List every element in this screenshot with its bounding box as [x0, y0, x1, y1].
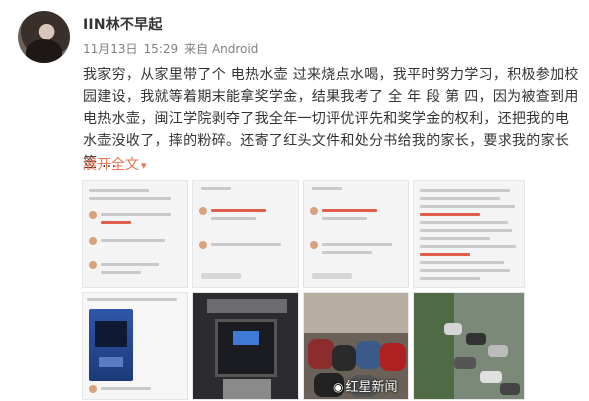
- image-thumbnail-3[interactable]: [303, 180, 409, 288]
- image-thumbnail-5[interactable]: [82, 292, 188, 400]
- post-text: 我家穷，从家里带了个 电热水壶 过来烧点水喝，我平时努力学习，积极参加校园建设，…: [83, 67, 579, 171]
- avatar[interactable]: [18, 11, 70, 63]
- image-thumbnail-2[interactable]: [192, 180, 299, 288]
- weibo-logo-icon: ◉: [333, 380, 344, 394]
- expand-full-text-link[interactable]: 展开全文 ▾: [83, 154, 147, 174]
- chevron-down-icon: ▾: [141, 159, 147, 172]
- post-date: 11月13日: [83, 42, 138, 56]
- watermark: ◉ 红星新闻: [333, 376, 398, 395]
- image-thumbnail-4[interactable]: [413, 180, 525, 288]
- image-thumbnail-1[interactable]: [82, 180, 188, 288]
- post-meta: 11月13日 15:29 来自 Android: [83, 40, 264, 57]
- expand-label: 展开全文: [83, 157, 139, 173]
- image-thumbnail-6[interactable]: [192, 292, 299, 400]
- post-source[interactable]: 来自 Android: [184, 42, 258, 56]
- image-thumbnail-8[interactable]: [413, 292, 525, 400]
- post-time: 15:29: [143, 42, 179, 56]
- username[interactable]: IIN林不早起: [83, 14, 163, 34]
- watermark-text: 红星新闻: [345, 380, 398, 395]
